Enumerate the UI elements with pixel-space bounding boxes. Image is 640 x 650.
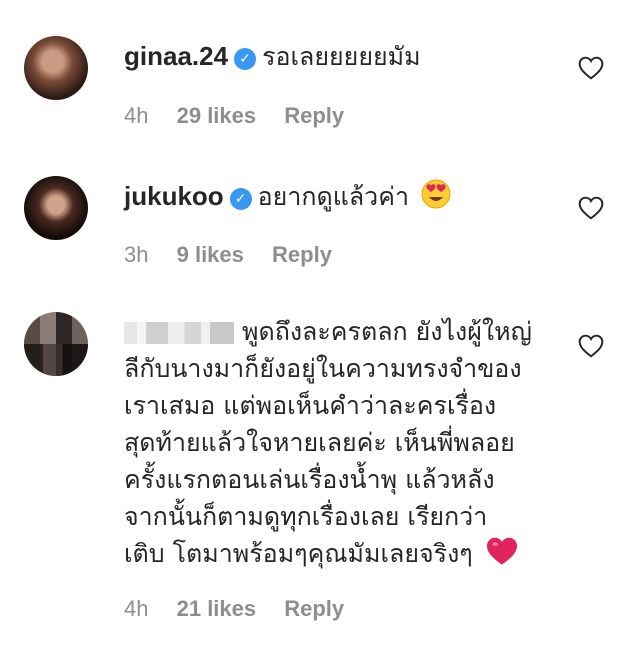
like-heart-icon[interactable]	[578, 196, 604, 220]
comment-body: ginaa.24 ✓ รอเลยยยยยมัม	[124, 38, 421, 75]
likes-count[interactable]: 29 likes	[177, 103, 257, 128]
verified-badge-icon: ✓	[234, 48, 257, 70]
like-heart-icon[interactable]	[578, 334, 604, 358]
comment-line-3: เราเสมอ แต่พอเห็นคำว่าละครเรื่อง	[124, 391, 497, 420]
comment-meta: 3h 9 likes Reply	[124, 242, 354, 268]
username[interactable]: jukukoo	[124, 181, 224, 211]
avatar[interactable]	[24, 36, 88, 100]
likes-count[interactable]: 9 likes	[177, 242, 244, 267]
reply-button[interactable]: Reply	[272, 242, 332, 267]
comment-line-4: สุดท้ายแล้วใจหายเลยค่ะ เห็นพี่พลอย	[124, 428, 515, 457]
comment-body: jukukoo ✓ อยากดูแล้วค่า	[124, 178, 451, 215]
red-heart-emoji-icon	[486, 537, 517, 565]
verified-badge-icon: ✓	[229, 188, 252, 210]
comment-line-7: เติบ โตมาพร้อมๆคุณมัมเลยจริงๆ	[124, 536, 519, 572]
comment-text: อยากดูแล้วค่า	[257, 182, 409, 211]
comment-text: พูดถึงละครตลก ยังไงผู้ใหญ่	[242, 317, 532, 346]
timestamp: 4h	[124, 103, 149, 128]
timestamp: 3h	[124, 242, 149, 267]
timestamp: 4h	[124, 596, 149, 621]
reply-button[interactable]: Reply	[284, 103, 344, 128]
comment-meta: 4h 21 likes Reply	[124, 596, 366, 622]
comment-text: เติบ โตมาพร้อมๆคุณมัมเลยจริงๆ	[124, 539, 473, 568]
comment-line-6: จากนั้นก็ตามดูทุกเรื่องเลย เรียกว่า	[124, 502, 488, 531]
comment-text: รอเลยยยยยมัม	[262, 42, 421, 71]
likes-count[interactable]: 21 likes	[177, 596, 257, 621]
comment-line-1: พูดถึงละครตลก ยังไงผู้ใหญ่	[124, 314, 532, 350]
heart-eyes-emoji-icon	[421, 179, 451, 209]
avatar-blurred[interactable]	[24, 312, 88, 376]
username[interactable]: ginaa.24	[124, 41, 228, 71]
avatar[interactable]	[24, 176, 88, 240]
comment-line-5: ครั้งแรกตอนเล่นเรื่องน้ำพุ แล้วหลัง	[124, 465, 495, 494]
like-heart-icon[interactable]	[578, 56, 604, 80]
comment-line-2: ลีกับนางมาก็ยังอยู่ในความทรงจำของ	[124, 354, 522, 383]
comment-meta: 4h 29 likes Reply	[124, 103, 366, 129]
reply-button[interactable]: Reply	[284, 596, 344, 621]
username-blurred[interactable]	[124, 322, 234, 344]
